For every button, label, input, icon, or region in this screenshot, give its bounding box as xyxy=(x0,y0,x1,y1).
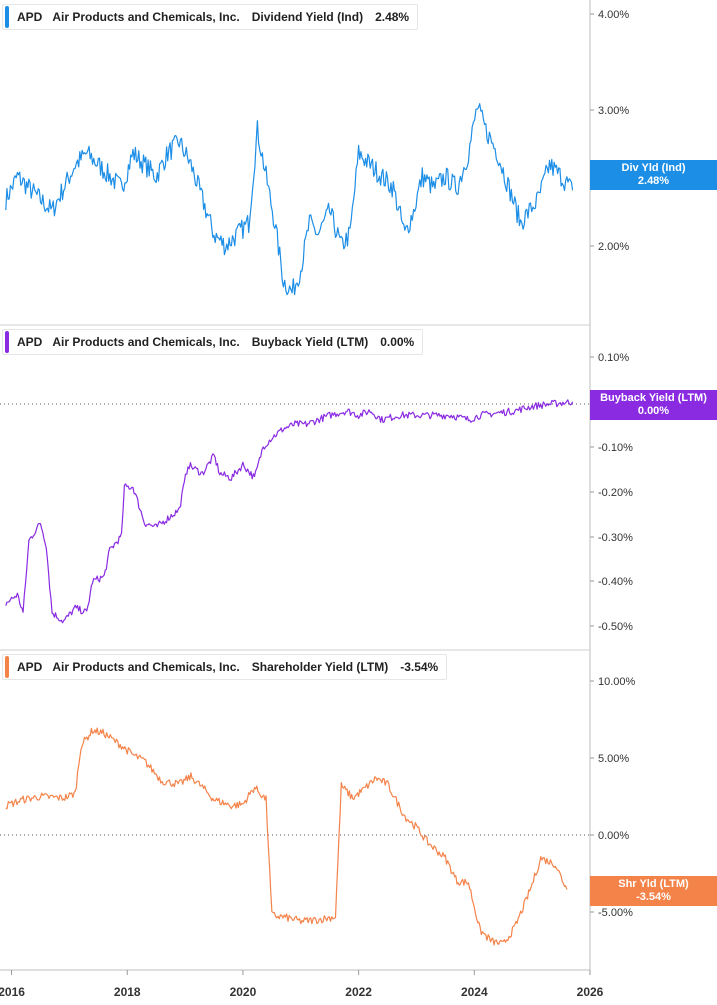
legend-company: Air Products and Chemicals, Inc. xyxy=(52,660,240,674)
legend-value: -3.54% xyxy=(400,660,439,674)
tag-dividend: Div Yld (Ind) 2.48% xyxy=(590,160,717,190)
series-line-buyback-yield xyxy=(5,399,574,624)
legend-ticker: APD xyxy=(17,10,43,24)
y-tick-label: -0.40% xyxy=(598,576,633,588)
tag-shareholder-label: Shr Yld (LTM) xyxy=(618,878,689,890)
x-tick-label: 2024 xyxy=(461,985,488,999)
x-tick-label: 2022 xyxy=(345,985,372,999)
tag-dividend-value: 2.48% xyxy=(637,175,670,187)
tag-dividend-label: Div Yld (Ind) xyxy=(621,162,686,174)
y-tick-label: 10.00% xyxy=(598,676,636,688)
x-tick-label: 2026 xyxy=(577,985,604,999)
legend-shareholder: APD Air Products and Chemicals, Inc. Sha… xyxy=(2,654,448,680)
y-tick-label: 0.00% xyxy=(598,830,629,842)
legend-value: 2.48% xyxy=(375,10,410,24)
tag-buyback-value: 0.00% xyxy=(637,405,670,417)
legend-dividend: APD Air Products and Chemicals, Inc. Div… xyxy=(2,4,419,30)
legend-metric: Shareholder Yield (LTM) xyxy=(251,660,389,674)
legend-company: Air Products and Chemicals, Inc. xyxy=(52,335,240,349)
legend-metric: Buyback Yield (LTM) xyxy=(251,335,369,349)
legend-value: 0.00% xyxy=(380,335,415,349)
series-swatch-buyback xyxy=(5,331,9,353)
legend-company: Air Products and Chemicals, Inc. xyxy=(52,10,240,24)
y-tick-label: -0.20% xyxy=(598,487,633,499)
y-tick-label: -0.10% xyxy=(598,442,633,454)
y-tick-label: 5.00% xyxy=(598,753,629,765)
chart-canvas: 4.00% 3.00% 2.00% 0.10% -0.10% -0.20% -0.30% -0… xyxy=(0,0,636,999)
tag-buyback-label: Buyback Yield (LTM) xyxy=(600,392,707,404)
x-tick-label: 2018 xyxy=(114,985,141,999)
y-tick-label: 0.10% xyxy=(598,352,629,364)
y-tick-label: -5.00% xyxy=(598,907,633,919)
series-line-shareholder-yield xyxy=(5,727,568,946)
y-tick-label: 2.00% xyxy=(598,241,629,253)
y-tick-label: 4.00% xyxy=(598,9,629,21)
y-tick-label: 3.00% xyxy=(598,105,629,117)
series-swatch-dividend xyxy=(5,6,9,28)
legend-ticker: APD xyxy=(17,335,43,349)
legend-ticker: APD xyxy=(17,660,43,674)
x-tick-label: 2016 xyxy=(0,985,25,999)
tag-shareholder-value: -3.54% xyxy=(636,891,671,903)
legend-buyback: APD Air Products and Chemicals, Inc. Buy… xyxy=(2,329,424,355)
y-tick-label: -0.30% xyxy=(598,532,633,544)
series-line-dividend-yield xyxy=(5,103,574,296)
legend-metric: Dividend Yield (Ind) xyxy=(251,10,364,24)
y-tick-label: -0.50% xyxy=(598,621,633,633)
series-swatch-shareholder xyxy=(5,656,9,678)
tag-buyback: Buyback Yield (LTM) 0.00% xyxy=(590,390,717,420)
x-tick-label: 2020 xyxy=(230,985,257,999)
tag-shareholder: Shr Yld (LTM) -3.54% xyxy=(590,876,717,906)
